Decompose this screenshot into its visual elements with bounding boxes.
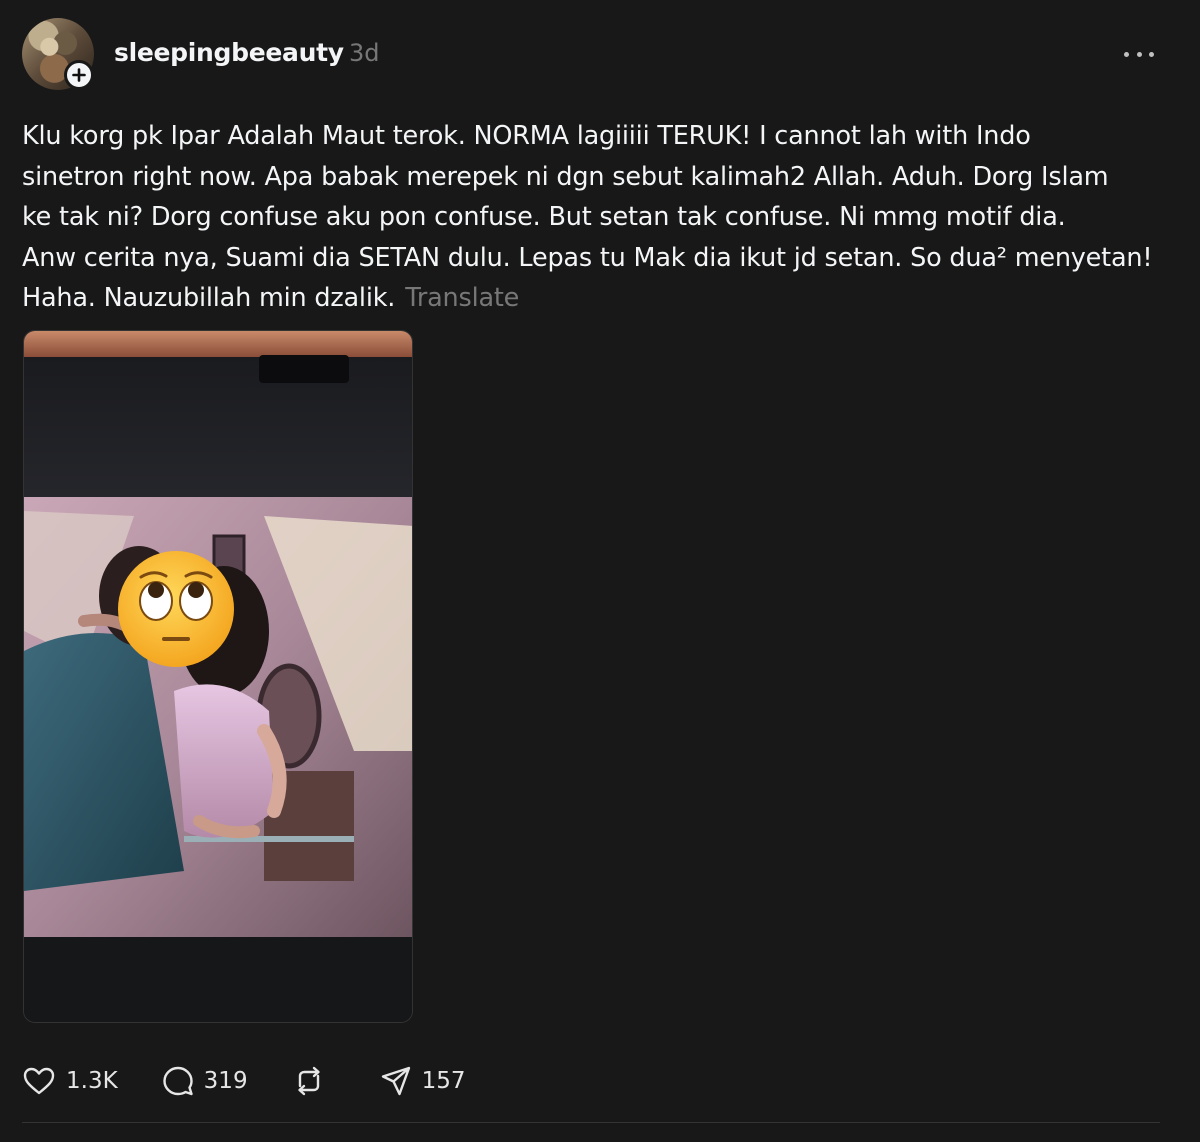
like-button[interactable]: 1.3K	[22, 1066, 118, 1096]
post-text-line: Klu korg pk Ipar Adalah Maut terok. NORM…	[22, 121, 1031, 151]
avatar-container[interactable]	[22, 18, 94, 90]
share-count: 157	[421, 1068, 466, 1094]
repost-button[interactable]	[292, 1065, 336, 1097]
username[interactable]: sleepingbeeauty	[114, 38, 344, 67]
post-text-last-line: Haha. Nauzubillah min dzalik. Translate	[22, 278, 1182, 319]
threads-post: sleepingbeeauty 3d Klu korg pk Ipar Adal…	[0, 0, 1200, 1142]
action-bar: 1.3K 319 157	[22, 1060, 509, 1102]
divider	[22, 1122, 1160, 1123]
post-text-line: Haha. Nauzubillah min dzalik.	[22, 283, 396, 313]
share-icon	[381, 1066, 410, 1096]
repost-icon	[297, 1066, 320, 1096]
share-button[interactable]: 157	[380, 1065, 466, 1097]
comment-icon	[162, 1066, 193, 1096]
post-text-line: ke tak ni? Dorg confuse aku pon confuse.…	[22, 202, 1066, 232]
timestamp[interactable]: 3d	[349, 39, 380, 67]
post-media-image[interactable]	[23, 330, 413, 1023]
post-text-line: sinetron right now. Apa babak merepek ni…	[22, 161, 1109, 192]
follow-button[interactable]	[64, 60, 94, 90]
more-dot	[1136, 51, 1142, 57]
plus-icon	[72, 68, 86, 82]
more-icon[interactable]	[1124, 44, 1154, 64]
comment-button[interactable]: 319	[162, 1065, 248, 1097]
comment-count: 319	[203, 1068, 248, 1094]
post-text: Klu korg pk Ipar Adalah Maut terok. NORM…	[22, 116, 1182, 319]
translate-link[interactable]: Translate	[405, 283, 519, 313]
heart-icon	[23, 1067, 55, 1095]
more-dot	[1149, 51, 1154, 57]
tv-photo	[24, 331, 412, 1022]
post-text-line: Anw cerita nya, Suami dia SETAN dulu. Le…	[22, 242, 1153, 273]
like-count: 1.3K	[66, 1068, 118, 1094]
more-dot	[1124, 51, 1129, 57]
eye-roll-emoji	[118, 551, 234, 667]
